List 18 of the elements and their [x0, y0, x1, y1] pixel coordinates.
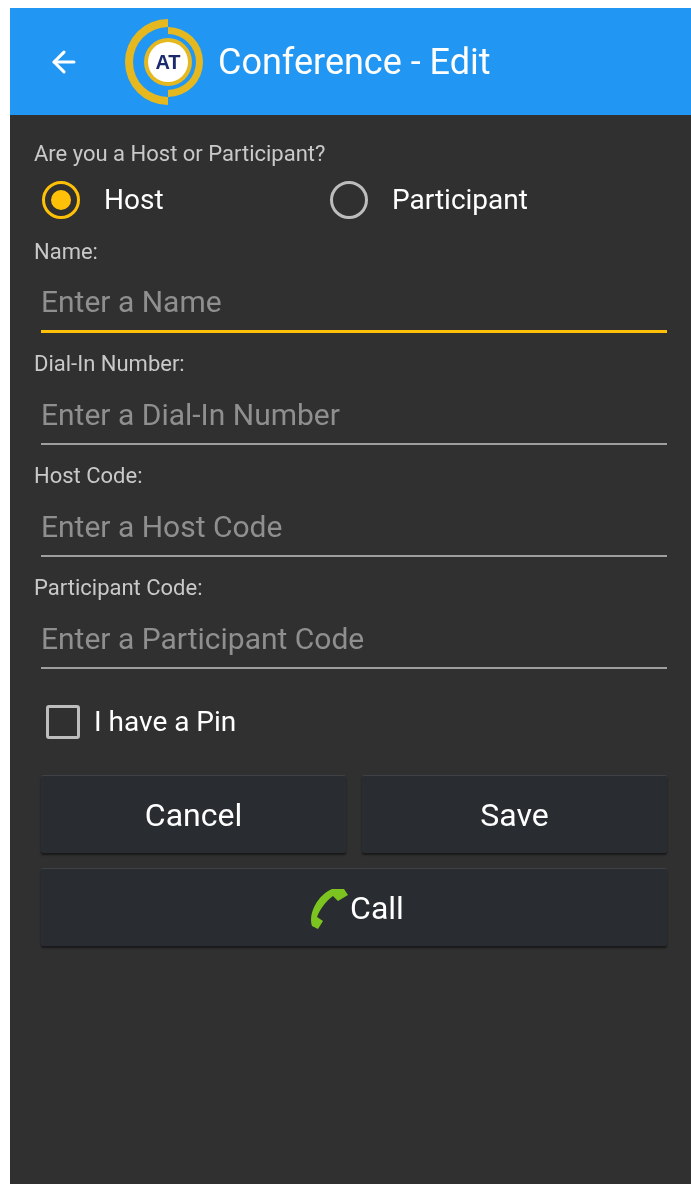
role-question: Are you a Host or Participant? — [34, 143, 327, 165]
text-field[interactable]: Enter a Dial-In Number — [41, 385, 667, 445]
field-label: Name: — [34, 241, 99, 263]
role-radio[interactable]: Host — [42, 179, 322, 221]
app-title: Conference - Edit — [218, 39, 491, 85]
field-label: Host Code: — [34, 465, 144, 487]
checkbox-label[interactable]: I have a Pin — [94, 701, 237, 743]
field-label: Dial-In Number: — [34, 353, 186, 375]
call-button[interactable]: Call — [41, 868, 667, 946]
checkbox[interactable] — [46, 705, 80, 739]
role-radio[interactable]: Participant — [330, 179, 610, 221]
text-field[interactable]: Enter a Participant Code — [41, 609, 667, 669]
field-label: Participant Code: — [34, 577, 204, 599]
text-field[interactable]: Enter a Name — [41, 273, 667, 333]
text-field[interactable]: Enter a Host Code — [41, 497, 667, 557]
cancel-button[interactable]: Cancel — [41, 775, 346, 853]
logo: AT — [122, 16, 206, 107]
save-button[interactable]: Save — [362, 775, 667, 853]
